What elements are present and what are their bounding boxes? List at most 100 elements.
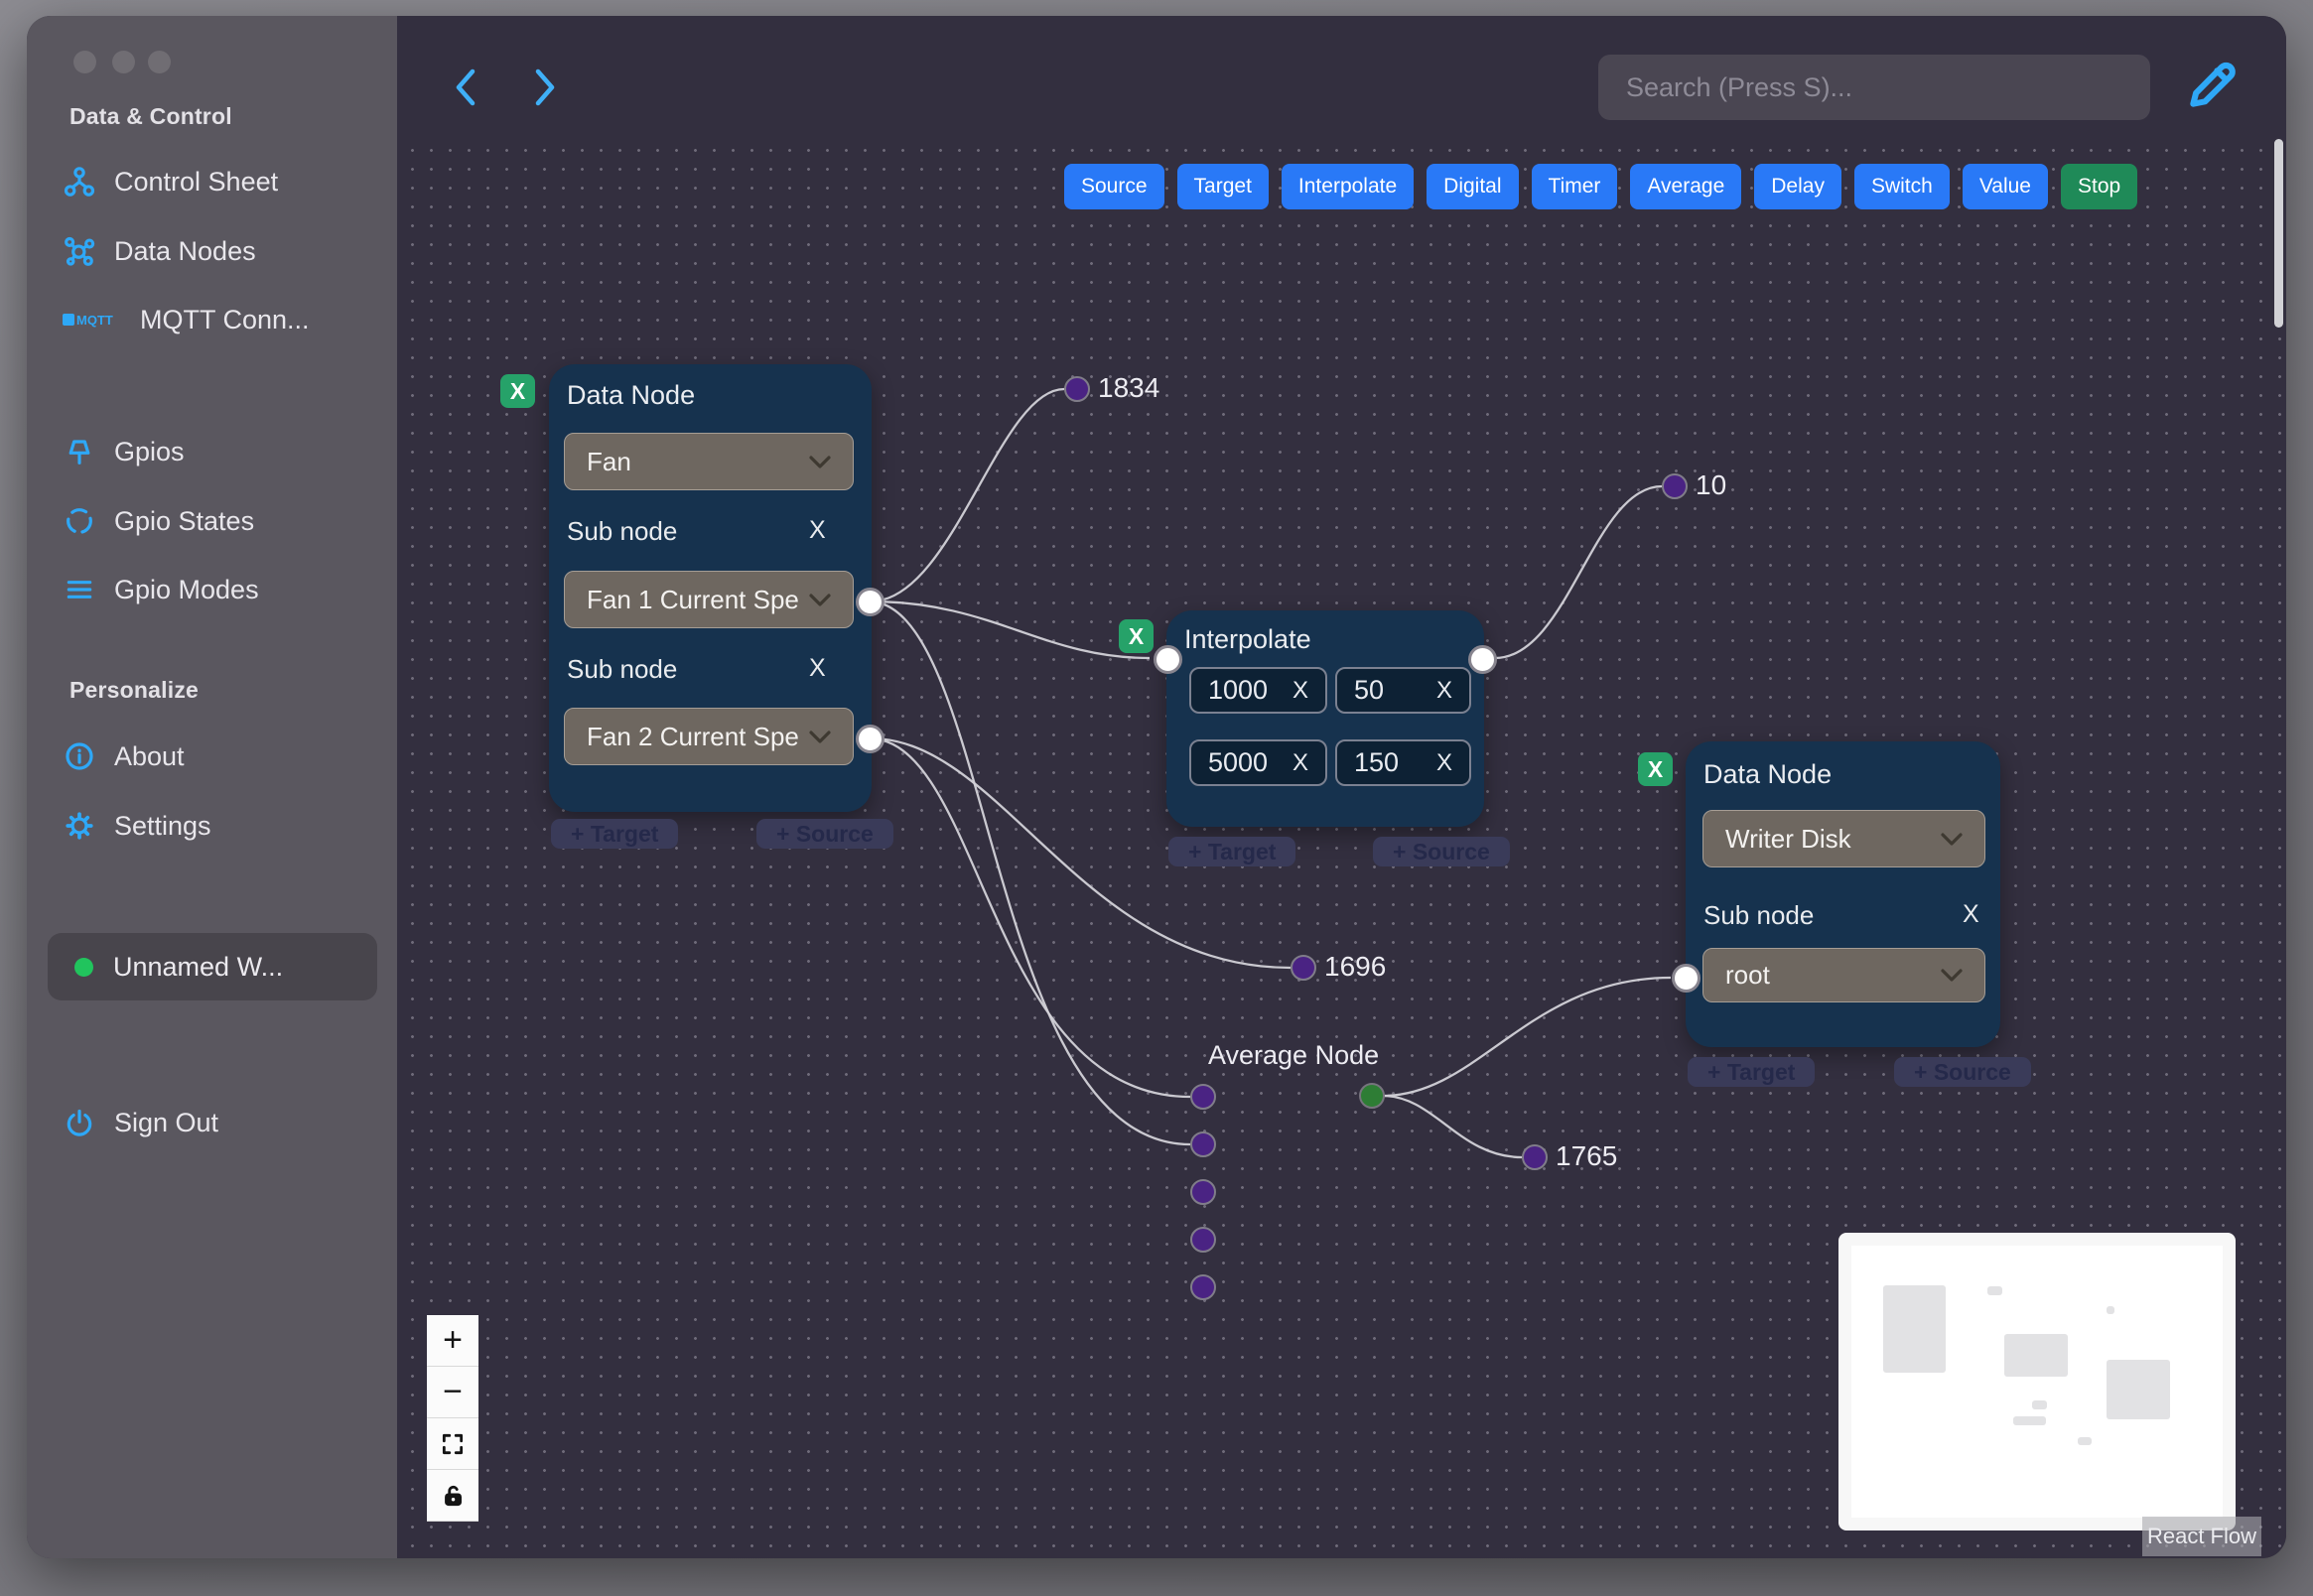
average-input-handle[interactable] bbox=[1190, 1179, 1216, 1205]
delete-node-button[interactable]: X bbox=[1638, 752, 1673, 786]
sub-node-label: Sub node bbox=[567, 516, 678, 546]
zoom-controls: + − bbox=[427, 1315, 478, 1522]
sub-node-label: Sub node bbox=[567, 654, 678, 684]
edge-value-label: 1696 bbox=[1324, 951, 1387, 982]
traffic-light-close[interactable] bbox=[73, 51, 96, 73]
interpolate-value-box[interactable]: 1000 X bbox=[1189, 667, 1327, 714]
add-timer-node-button[interactable]: Timer bbox=[1531, 164, 1618, 209]
minimap-viewport bbox=[1851, 1246, 2223, 1518]
add-switch-node-button[interactable]: Switch bbox=[1853, 164, 1950, 209]
sidebar-item-gpio-states[interactable]: Gpio States bbox=[63, 499, 254, 543]
interpolate-value-box[interactable]: 50 X bbox=[1335, 667, 1471, 714]
average-output-handle[interactable] bbox=[1359, 1083, 1385, 1109]
device-select[interactable]: Fan bbox=[564, 433, 854, 490]
value-handle[interactable] bbox=[1064, 376, 1090, 402]
average-input-handle[interactable] bbox=[1190, 1084, 1216, 1110]
clear-value-button[interactable]: X bbox=[1436, 677, 1452, 705]
add-digital-node-button[interactable]: Digital bbox=[1427, 164, 1519, 209]
device-select[interactable]: Writer Disk bbox=[1702, 810, 1985, 867]
lock-button[interactable] bbox=[427, 1470, 478, 1522]
add-source-pill[interactable]: + Source bbox=[756, 819, 893, 849]
add-average-node-button[interactable]: Average bbox=[1630, 164, 1742, 209]
interpolate-node[interactable]: X Interpolate 1000 X 50 X 5000 X 150 X bbox=[1119, 610, 1497, 827]
traffic-light-minimize[interactable] bbox=[112, 51, 135, 73]
sub-node-select[interactable]: Fan 2 Current Spe bbox=[564, 708, 854, 765]
average-input-handle[interactable] bbox=[1190, 1227, 1216, 1253]
interpolate-value-box[interactable]: 5000 X bbox=[1189, 739, 1327, 786]
value: 5000 bbox=[1208, 747, 1269, 777]
hub-icon bbox=[63, 234, 96, 268]
sidebar-item-data-nodes[interactable]: Data Nodes bbox=[63, 229, 256, 273]
edit-pencil-icon[interactable] bbox=[2184, 58, 2240, 113]
add-delay-node-button[interactable]: Delay bbox=[1754, 164, 1841, 209]
sidebar-item-workspace[interactable]: Unnamed W... bbox=[48, 933, 377, 1000]
sidebar-item-label: Settings bbox=[114, 810, 211, 841]
zoom-in-button[interactable]: + bbox=[427, 1315, 478, 1367]
react-flow-attribution[interactable]: React Flow bbox=[2142, 1517, 2261, 1556]
sidebar-item-label: About bbox=[114, 740, 185, 771]
minimap-node bbox=[2013, 1416, 2046, 1425]
node-toolbar: Source Target Interpolate Digital Timer … bbox=[1064, 164, 2138, 209]
edge-value-label: 1834 bbox=[1098, 372, 1160, 403]
data-node-writer-disk[interactable]: X Data Node Writer Disk Sub node X root bbox=[1638, 741, 2000, 1047]
add-target-node-button[interactable]: Target bbox=[1176, 164, 1269, 209]
app-window: Data & Control Control Sheet Data Nodes … bbox=[27, 16, 2286, 1558]
source-handle[interactable] bbox=[1468, 645, 1497, 674]
sidebar-item-mqtt[interactable]: MQTT MQTT Conn... bbox=[63, 298, 310, 341]
remove-sub-node-button[interactable]: X bbox=[1963, 900, 1979, 929]
sidebar-item-label: MQTT Conn... bbox=[140, 304, 310, 334]
traffic-light-zoom[interactable] bbox=[148, 51, 171, 73]
add-target-pill[interactable]: + Target bbox=[1688, 1057, 1816, 1087]
average-input-handle[interactable] bbox=[1190, 1274, 1216, 1300]
source-handle[interactable] bbox=[856, 725, 884, 753]
remove-sub-node-button[interactable]: X bbox=[809, 654, 826, 683]
sub-node-select[interactable]: Fan 1 Current Spe bbox=[564, 571, 854, 628]
zoom-out-button[interactable]: − bbox=[427, 1367, 478, 1418]
chevron-down-icon bbox=[1941, 969, 1963, 982]
sidebar-item-gpios[interactable]: Gpios bbox=[63, 430, 185, 473]
sidebar-item-sign-out[interactable]: Sign Out bbox=[63, 1101, 218, 1144]
forward-button[interactable] bbox=[524, 64, 564, 111]
add-interpolate-node-button[interactable]: Interpolate bbox=[1281, 164, 1415, 209]
search-input[interactable] bbox=[1598, 55, 2150, 120]
sidebar-item-control-sheet[interactable]: Control Sheet bbox=[63, 160, 278, 203]
add-source-node-button[interactable]: Source bbox=[1064, 164, 1164, 209]
device-select-value: Writer Disk bbox=[1725, 823, 1851, 854]
add-value-node-button[interactable]: Value bbox=[1962, 164, 2048, 209]
add-source-pill[interactable]: + Source bbox=[1894, 1057, 2031, 1087]
clear-value-button[interactable]: X bbox=[1293, 749, 1308, 777]
back-button[interactable] bbox=[447, 64, 486, 111]
minimap-node bbox=[1883, 1285, 1946, 1373]
delete-node-button[interactable]: X bbox=[500, 374, 535, 408]
average-input-handle[interactable] bbox=[1190, 1131, 1216, 1157]
node-title: Data Node bbox=[1703, 759, 1833, 789]
value-handle[interactable] bbox=[1522, 1144, 1548, 1170]
clear-value-button[interactable]: X bbox=[1436, 749, 1452, 777]
remove-sub-node-button[interactable]: X bbox=[809, 516, 826, 545]
minimap[interactable] bbox=[1838, 1233, 2236, 1530]
add-source-pill[interactable]: + Source bbox=[1373, 837, 1510, 866]
value-handle[interactable] bbox=[1662, 473, 1688, 499]
delete-node-button[interactable]: X bbox=[1119, 619, 1154, 653]
source-handle[interactable] bbox=[856, 588, 884, 616]
interpolate-value-box[interactable]: 150 X bbox=[1335, 739, 1471, 786]
flow-canvas[interactable]: Source Target Interpolate Digital Timer … bbox=[397, 16, 2286, 1558]
fit-view-button[interactable] bbox=[427, 1418, 478, 1470]
sidebar-item-about[interactable]: About bbox=[63, 734, 185, 778]
scrollbar-thumb[interactable] bbox=[2274, 139, 2283, 328]
sidebar-item-settings[interactable]: Settings bbox=[63, 804, 211, 848]
sub-node-select[interactable]: root bbox=[1702, 948, 1985, 1002]
node-title: Data Node bbox=[567, 380, 696, 410]
data-node-fan[interactable]: X Data Node Fan Sub node X Fan 1 Current… bbox=[500, 364, 884, 812]
edge-value-label: 1765 bbox=[1556, 1140, 1618, 1171]
value-handle[interactable] bbox=[1291, 955, 1316, 981]
stop-button[interactable]: Stop bbox=[2060, 164, 2138, 209]
add-target-pill[interactable]: + Target bbox=[551, 819, 679, 849]
sidebar-item-label: Gpio States bbox=[114, 505, 255, 536]
clear-value-button[interactable]: X bbox=[1293, 677, 1308, 705]
value: 1000 bbox=[1208, 675, 1269, 705]
target-handle[interactable] bbox=[1672, 964, 1701, 993]
add-target-pill[interactable]: + Target bbox=[1168, 837, 1296, 866]
target-handle[interactable] bbox=[1154, 645, 1182, 674]
sidebar-item-gpio-modes[interactable]: Gpio Modes bbox=[63, 568, 259, 611]
